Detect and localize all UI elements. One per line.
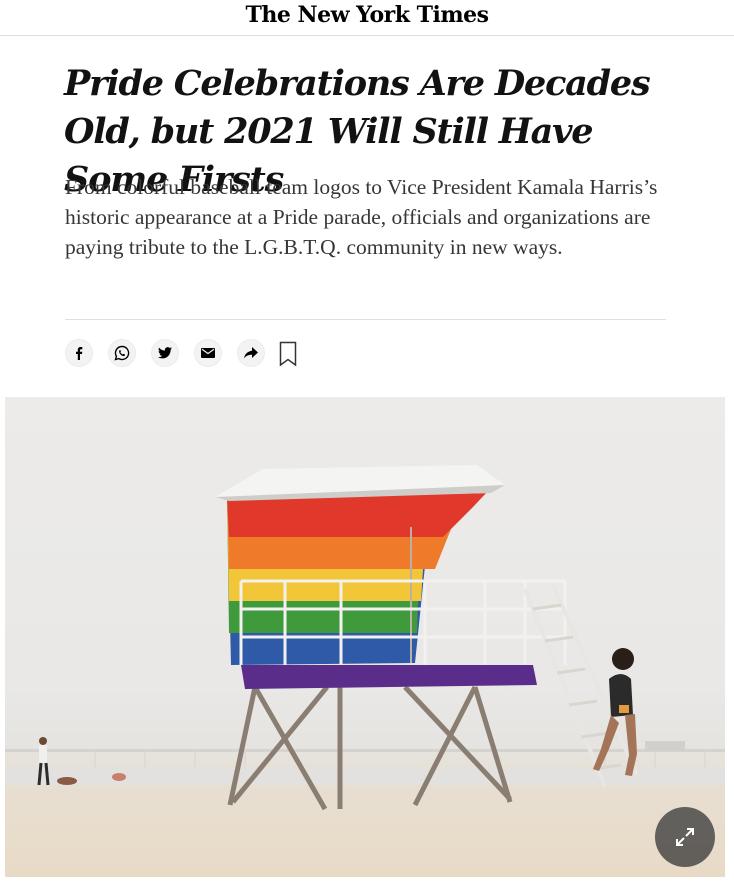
twitter-share-button[interactable] — [151, 339, 179, 367]
whatsapp-icon — [114, 345, 130, 361]
lifeguard-tower-image — [5, 465, 725, 811]
article-summary: From colorful baseball team logos to Vic… — [65, 175, 658, 259]
email-share-button[interactable] — [194, 339, 222, 367]
facebook-icon — [76, 347, 83, 360]
whatsapp-share-button[interactable] — [108, 339, 136, 367]
masthead: The New York Times — [0, 0, 734, 36]
divider — [65, 319, 666, 320]
email-icon — [201, 348, 215, 358]
share-more-icon — [244, 347, 258, 359]
expand-image-button[interactable] — [655, 807, 715, 867]
bookmark-icon[interactable] — [279, 341, 297, 367]
more-share-button[interactable] — [237, 339, 265, 367]
twitter-icon — [158, 347, 172, 359]
lede-photo — [5, 397, 725, 877]
facebook-share-button[interactable] — [65, 339, 93, 367]
expand-icon — [676, 828, 694, 846]
nyt-logo[interactable]: The New York Times — [0, 1, 734, 29]
